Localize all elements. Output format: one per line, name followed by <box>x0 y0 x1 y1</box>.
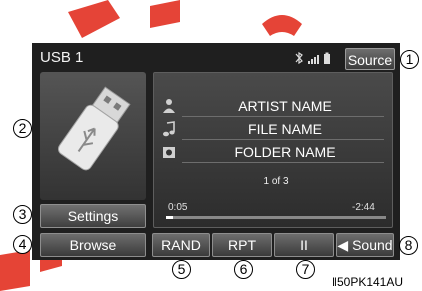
progress-fill <box>166 216 173 219</box>
signal-icon <box>308 55 319 64</box>
status-icons <box>295 51 330 65</box>
track-count: 1 of 3 <box>263 176 289 187</box>
divider <box>182 139 384 140</box>
callout-7: 7 <box>296 260 315 279</box>
sound-label: Sound <box>352 237 393 253</box>
callout-1: 1 <box>400 50 419 69</box>
music-note-icon <box>163 121 175 137</box>
settings-button[interactable]: Settings <box>40 204 146 228</box>
file-name: FILE NAME <box>248 121 322 137</box>
sound-button[interactable]: ◀ Sound <box>336 233 394 257</box>
callout-5: 5 <box>172 260 191 279</box>
callout-8: 8 <box>399 236 418 255</box>
file-row: FILE NAME <box>162 119 388 140</box>
folder-row: FOLDER NAME <box>162 142 388 163</box>
source-button[interactable]: Source <box>345 48 395 70</box>
progress-bar[interactable] <box>166 216 386 219</box>
callout-6: 6 <box>234 260 253 279</box>
rpt-button[interactable]: RPT <box>212 233 272 257</box>
pause-button[interactable]: II <box>274 233 334 257</box>
browse-button[interactable]: Browse <box>40 233 146 257</box>
source-title: USB 1 <box>40 49 84 66</box>
divider <box>182 162 384 163</box>
rand-button[interactable]: RAND <box>152 233 210 257</box>
divider <box>182 116 384 117</box>
battery-icon <box>324 52 330 64</box>
bluetooth-icon <box>295 51 303 65</box>
callout-3: 3 <box>13 205 32 224</box>
usb-drive-icon <box>57 86 131 171</box>
callout-4: 4 <box>13 235 32 254</box>
callout-2: 2 <box>13 119 32 138</box>
person-icon <box>163 99 175 113</box>
folder-icon <box>163 147 175 158</box>
speaker-icon: ◀ <box>337 237 349 253</box>
remaining-time: -2:44 <box>352 202 375 213</box>
folder-name: FOLDER NAME <box>234 144 336 160</box>
artist-name: ARTIST NAME <box>238 98 332 114</box>
elapsed-time: 0:05 <box>168 202 188 213</box>
figure-code-text: 50PK141AU <box>336 275 404 289</box>
figure-code: ‖50PK141AU <box>332 275 404 289</box>
artist-row: ARTIST NAME <box>162 96 388 117</box>
